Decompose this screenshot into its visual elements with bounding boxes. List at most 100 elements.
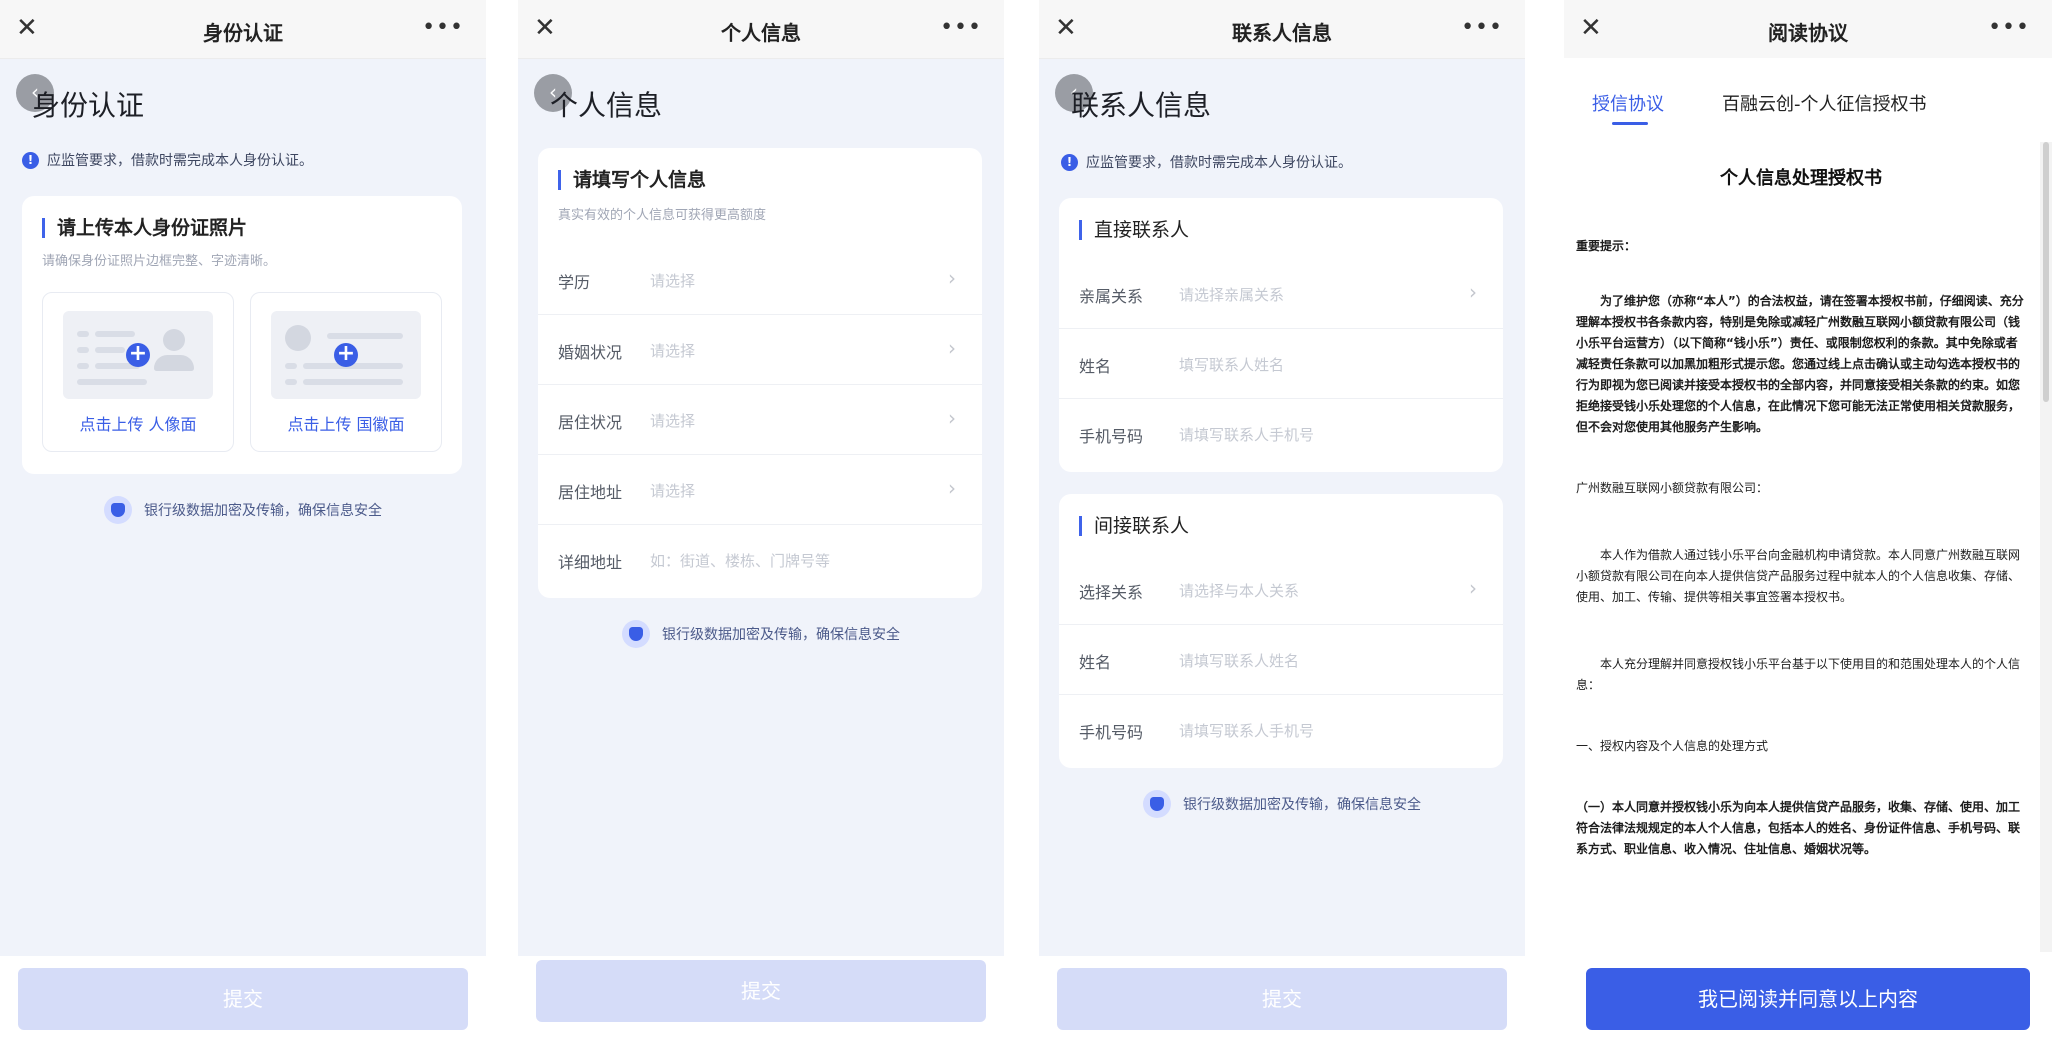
field-placeholder: 请选择与本人关系 [1179,582,1300,600]
nav-bar: ✕ 身份认证 ••• [0,0,486,59]
doc-paragraph: 广州数融互联网小额贷款有限公司： [1576,481,1769,495]
screen-identity-verification: ✕ 身份认证 ••• ‹ 身份认证 ! 应监管要求，借款时需完成本人身份认证。 … [0,0,486,1050]
field-name[interactable]: 姓名 填写联系人姓名 [1059,328,1503,399]
bottom-bar: 提交 [1039,956,1525,1050]
notice: ! 应监管要求，借款时需完成本人身份认证。 [22,150,313,170]
card-title: 请填写个人信息 [558,170,706,190]
field-placeholder: 如：街道、楼栋、门牌号等 [650,552,831,570]
more-icon[interactable]: ••• [940,12,982,44]
field-placeholder: 请选择 [650,272,696,290]
field-label: 居住状况 [558,413,623,432]
field-placeholder: 请选择 [650,412,696,430]
field-marital-status[interactable]: 婚姻状况 请选择 › [538,314,982,385]
bottom-bar: 我已阅读并同意以上内容 [1564,956,2052,1050]
notice-text: 应监管要求，借款时需完成本人身份认证。 [1086,155,1352,171]
field-placeholder: 请选择 [650,482,696,500]
doc-paragraph: （一）本人同意并授权钱小乐为向本人提供信贷产品服务，收集、存储、使用、加工符合法… [1576,800,2021,856]
upload-card: 请上传本人身份证照片 请确保身份证照片边框完整、字迹清晰。 + 点击上传 人像面 [22,196,462,474]
nav-bar: ✕ 个人信息 ••• [518,0,1004,59]
field-label: 手机号码 [1079,427,1144,446]
agreement-tabs: 授信协议 百融云创-个人征信授权书 [1564,58,2052,142]
field-placeholder: 请选择 [650,342,696,360]
field-label: 居住地址 [558,483,623,502]
info-icon: ! [22,151,39,169]
chevron-right-icon: › [1469,280,1477,304]
field-label: 姓名 [1079,357,1112,376]
field-placeholder: 请填写联系人姓名 [1179,652,1300,670]
screen-contact-info: ✕ 联系人信息 ••• ‹ 联系人信息 ! 应监管要求，借款时需完成本人身份认证… [1039,0,1525,1050]
more-icon[interactable]: ••• [1461,12,1503,44]
submit-button[interactable]: 提交 [536,960,986,1022]
personal-info-card: 请填写个人信息 真实有效的个人信息可获得更高额度 学历 请选择 › 婚姻状况 请… [538,148,982,598]
field-detail-address[interactable]: 详细地址 如：街道、楼栋、门牌号等 [538,524,982,594]
field-relation[interactable]: 选择关系 请选择与本人关系 › [1059,554,1503,625]
shield-icon [622,620,650,648]
upload-back-label: 点击上传 国徽面 [287,415,405,434]
field-residence-address[interactable]: 居住地址 请选择 › [538,454,982,525]
page-title: 联系人信息 [1071,89,1212,122]
agreement-document: 个人信息处理授权书 重要提示： 为了维护您（亦称“本人”）的合法权益，请在签署本… [1564,142,2040,952]
field-label: 婚姻状况 [558,343,623,362]
nav-title: 个人信息 [721,21,801,45]
chevron-right-icon: › [1469,576,1477,600]
field-label: 手机号码 [1079,723,1144,742]
field-label: 学历 [558,273,591,292]
doc-paragraph: 本人充分理解并同意授权钱小乐平台基于以下使用目的和范围处理本人的个人信息： [1576,657,2021,692]
doc-paragraph: 重要提示： [1576,239,1637,253]
upload-back-button[interactable]: + 点击上传 国徽面 [250,292,442,452]
field-placeholder: 填写联系人姓名 [1179,356,1285,374]
doc-paragraph: 为了维护您（亦称“本人”）的合法权益，请在签署本授权书前，仔细阅读、充分理解本授… [1576,294,2024,434]
field-label: 详细地址 [558,553,623,572]
notice-text: 应监管要求，借款时需完成本人身份认证。 [47,153,313,169]
field-placeholder: 请选择亲属关系 [1179,286,1285,304]
field-phone[interactable]: 手机号码 请填写联系人手机号 [1059,694,1503,764]
document-title: 个人信息处理授权书 [1720,168,1882,189]
screen-read-agreement: ✕ 阅读协议 ••• 授信协议 百融云创-个人征信授权书 个人信息处理授权书 重… [1564,0,2052,1050]
tab-credit-agreement[interactable]: 授信协议 [1592,90,1664,116]
field-phone[interactable]: 手机号码 请填写联系人手机号 [1059,398,1503,468]
card-title: 直接联系人 [1079,220,1189,240]
scroll-thumb[interactable] [2043,142,2049,402]
field-relation[interactable]: 亲属关系 请选择亲属关系 › [1059,258,1503,329]
field-label: 姓名 [1079,653,1112,672]
security-note: 银行级数据加密及传输，确保信息安全 [1039,790,1525,818]
tab-credit-authorization[interactable]: 百融云创-个人征信授权书 [1722,90,1927,116]
field-label: 亲属关系 [1079,287,1144,306]
active-tab-indicator [1612,122,1648,125]
doc-paragraph: 本人作为借款人通过钱小乐平台向金融机构申请贷款。本人同意广州数融互联网小额贷款有… [1576,548,2021,604]
shield-icon [104,496,132,524]
upload-front-button[interactable]: + 点击上传 人像面 [42,292,234,452]
nav-bar: ✕ 阅读协议 ••• [1564,0,2052,59]
security-text: 银行级数据加密及传输，确保信息安全 [662,627,900,643]
chevron-right-icon: › [948,406,956,430]
shield-icon [1143,790,1171,818]
notice: ! 应监管要求，借款时需完成本人身份认证。 [1061,152,1352,172]
field-placeholder: 请填写联系人手机号 [1179,722,1315,740]
nav-bar: ✕ 联系人信息 ••• [1039,0,1525,59]
page-title: 个人信息 [550,89,663,122]
agree-button[interactable]: 我已阅读并同意以上内容 [1586,968,2030,1030]
id-emblem-icon: + [271,311,421,399]
security-text: 银行级数据加密及传输，确保信息安全 [144,503,382,519]
upload-front-label: 点击上传 人像面 [79,415,197,434]
card-title: 请上传本人身份证照片 [42,218,247,238]
nav-title: 阅读协议 [1768,21,1848,45]
id-portrait-icon: + [63,311,213,399]
more-icon[interactable]: ••• [422,12,464,44]
field-residence-status[interactable]: 居住状况 请选择 › [538,384,982,455]
card-subtitle: 请确保身份证照片边框完整、字迹清晰。 [42,254,277,269]
field-education[interactable]: 学历 请选择 › [538,244,982,315]
nav-title: 联系人信息 [1232,21,1332,45]
submit-button[interactable]: 提交 [1057,968,1507,1030]
scrollbar[interactable] [2040,142,2052,952]
submit-button[interactable]: 提交 [18,968,468,1030]
more-icon[interactable]: ••• [1988,12,2030,44]
security-note: 银行级数据加密及传输，确保信息安全 [0,496,486,524]
page-title: 身份认证 [32,89,145,122]
security-note: 银行级数据加密及传输，确保信息安全 [518,620,1004,648]
bottom-bar: 提交 [0,956,486,1050]
chevron-right-icon: › [948,476,956,500]
chevron-right-icon: › [948,266,956,290]
direct-contact-card: 直接联系人 亲属关系 请选择亲属关系 › 姓名 填写联系人姓名 手机号码 请填写… [1059,198,1503,472]
field-name[interactable]: 姓名 请填写联系人姓名 [1059,624,1503,695]
